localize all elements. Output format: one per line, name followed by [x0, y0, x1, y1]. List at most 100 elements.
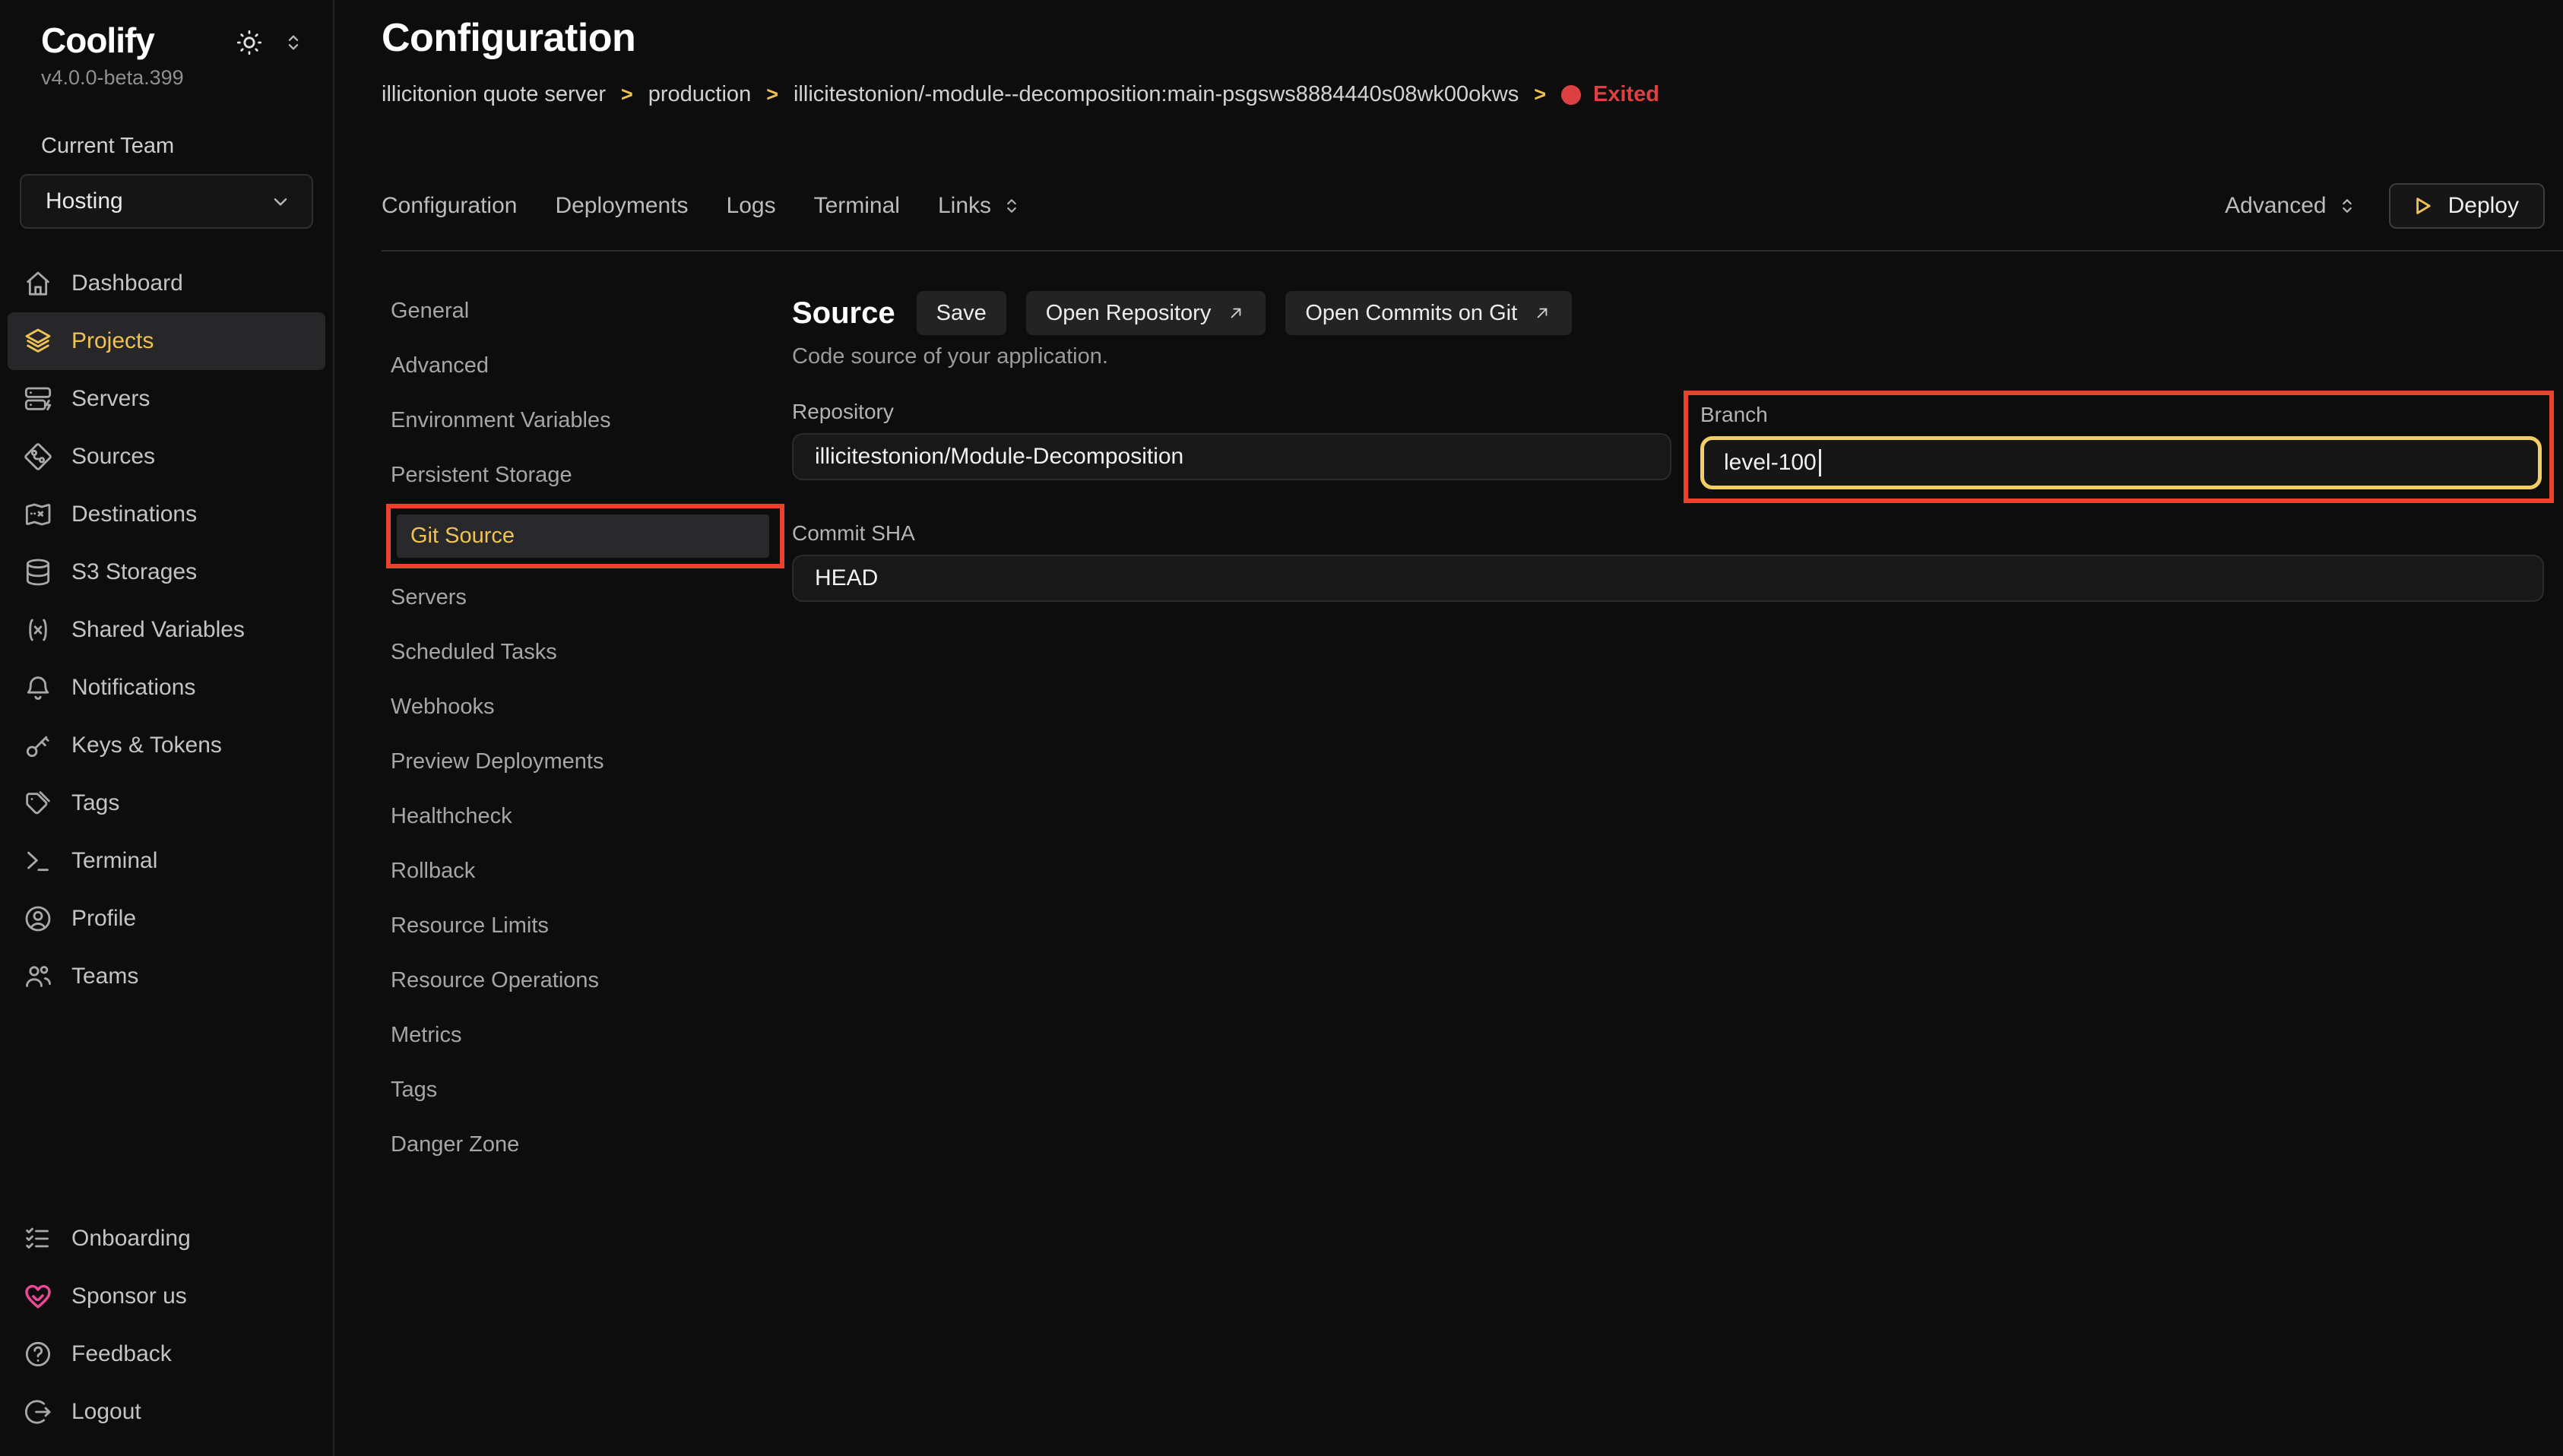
brand-icons [234, 27, 306, 58]
sidebar-item-sources[interactable]: Sources [8, 428, 325, 486]
tab-deployments[interactable]: Deployments [555, 193, 688, 219]
commit-sha-label: Commit SHA [792, 521, 2544, 546]
open-repository-button[interactable]: Open Repository [1026, 291, 1266, 335]
heart-hands-icon [23, 1281, 53, 1312]
subnav-item-webhooks[interactable]: Webhooks [382, 679, 792, 734]
sidebar-item-label: Keys & Tokens [71, 733, 222, 758]
source-heading: Source [792, 296, 895, 331]
subnav-item-advanced[interactable]: Advanced [382, 338, 792, 393]
repository-input[interactable]: illicitestonion/Module-Decomposition [792, 433, 1671, 480]
config-subnav: GeneralAdvancedEnvironment VariablesPers… [382, 283, 792, 1456]
breadcrumb: illicitonion quote server>production>ill… [382, 82, 2563, 107]
subnav-item-resource-limits[interactable]: Resource Limits [382, 898, 792, 953]
sidebar-item-onboarding[interactable]: Onboarding [8, 1210, 325, 1268]
tab-list: Configuration Deployments Logs Terminal Link… [382, 193, 1023, 219]
tab-row-right: Advanced Deploy [2225, 183, 2545, 229]
sidebar-item-label: Shared Variables [71, 617, 245, 643]
sidebar-item-label: Destinations [71, 502, 197, 527]
sidebar-item-label: Feedback [71, 1341, 172, 1367]
subnav-item-healthcheck[interactable]: Healthcheck [382, 789, 792, 844]
sidebar-item-label: Terminal [71, 848, 157, 874]
database-icon [23, 557, 53, 587]
tab-links[interactable]: Links [938, 193, 1023, 219]
breadcrumb-item[interactable]: illicitonion quote server [382, 82, 606, 107]
deploy-button[interactable]: Deploy [2389, 183, 2545, 229]
brand-row: Coolify [8, 18, 325, 60]
sidebar-item-teams[interactable]: Teams [8, 948, 325, 1005]
subnav-item-general[interactable]: General [382, 283, 792, 338]
app-root: Coolify v4.0.0-beta.399 Current Team Hos… [0, 0, 2563, 1456]
open-commits-button[interactable]: Open Commits on Git [1285, 291, 1572, 335]
sidebar-item-label: Sources [71, 444, 155, 470]
advanced-label: Advanced [2225, 193, 2326, 219]
sun-icon[interactable] [234, 27, 265, 58]
sidebar-item-tags[interactable]: Tags [8, 774, 325, 832]
form-row-1: Repository illicitestonion/Module-Decomp… [792, 400, 2544, 503]
subnav-item-scheduled-tasks[interactable]: Scheduled Tasks [382, 625, 792, 679]
sidebar-item-keys-tokens[interactable]: Keys & Tokens [8, 717, 325, 774]
app-logo: Coolify [41, 21, 154, 60]
sidebar-item-terminal[interactable]: Terminal [8, 832, 325, 890]
sidebar-item-profile[interactable]: Profile [8, 890, 325, 948]
tab-configuration[interactable]: Configuration [382, 193, 517, 219]
git-source-annotation-box: Git Source [386, 504, 784, 568]
checklist-icon [23, 1223, 53, 1254]
tab-label: Links [938, 193, 991, 219]
subnav-item-resource-operations[interactable]: Resource Operations [382, 953, 792, 1008]
map-icon [23, 499, 53, 530]
chevron-down-icon [268, 188, 293, 214]
sidebar-item-s3-storages[interactable]: S3 Storages [8, 543, 325, 601]
repository-input-value: illicitestonion/Module-Decomposition [815, 444, 1183, 470]
tags-icon [23, 788, 53, 818]
sidebar-item-label: Tags [71, 790, 119, 816]
sidebar-item-label: Logout [71, 1399, 141, 1425]
sidebar-item-label: Projects [71, 328, 154, 354]
tab-label: Configuration [382, 193, 517, 219]
page-title: Configuration [382, 15, 2563, 61]
tab-label: Deployments [555, 193, 688, 219]
users-icon [23, 961, 53, 992]
source-form: Repository illicitestonion/Module-Decomp… [792, 400, 2544, 602]
tab-label: Terminal [814, 193, 900, 219]
sidebar-item-dashboard[interactable]: Dashboard [8, 255, 325, 312]
chevrons-up-down-icon[interactable] [281, 30, 306, 55]
open-commits-label: Open Commits on Git [1305, 301, 1517, 326]
branch-field-group: Branch level-100 [1700, 403, 2542, 489]
sidebar-item-projects[interactable]: Projects [8, 312, 325, 370]
tab-logs[interactable]: Logs [727, 193, 776, 219]
chevrons-up-down-icon [2336, 195, 2359, 217]
subnav-item-rollback[interactable]: Rollback [382, 844, 792, 898]
source-description: Code source of your application. [792, 344, 2544, 369]
team-select-value: Hosting [46, 188, 123, 214]
breadcrumb-item[interactable]: production [648, 82, 751, 107]
branch-input[interactable]: level-100 [1700, 436, 2542, 489]
sidebar-item-feedback[interactable]: Feedback [8, 1325, 325, 1383]
save-button-label: Save [936, 301, 987, 326]
sidebar-item-notifications[interactable]: Notifications [8, 659, 325, 717]
sidebar-item-shared-variables[interactable]: Shared Variables [8, 601, 325, 659]
subnav-item-metrics[interactable]: Metrics [382, 1008, 792, 1062]
subnav-item-preview-deployments[interactable]: Preview Deployments [382, 734, 792, 789]
save-button[interactable]: Save [917, 291, 1006, 335]
subnav-item-danger-zone[interactable]: Danger Zone [382, 1117, 792, 1172]
sidebar-item-label: Teams [71, 964, 138, 989]
tab-terminal[interactable]: Terminal [814, 193, 900, 219]
advanced-dropdown[interactable]: Advanced [2225, 193, 2358, 219]
sidebar-item-logout[interactable]: Logout [8, 1383, 325, 1441]
subnav-item-servers[interactable]: Servers [382, 570, 792, 625]
branch-annotation-box: Branch level-100 [1684, 391, 2554, 503]
subnav-item-environment-variables[interactable]: Environment Variables [382, 393, 792, 448]
sidebar-item-sponsor-us[interactable]: Sponsor us [8, 1268, 325, 1325]
subnav-item-tags[interactable]: Tags [382, 1062, 792, 1117]
team-select[interactable]: Hosting [20, 174, 313, 229]
key-icon [23, 730, 53, 761]
sidebar-item-destinations[interactable]: Destinations [8, 486, 325, 543]
sidebar-item-servers[interactable]: Servers [8, 370, 325, 428]
subnav-item-persistent-storage[interactable]: Persistent Storage [382, 448, 792, 502]
breadcrumb-separator: > [766, 83, 778, 106]
subnav-item-git-source[interactable]: Git Source [397, 514, 769, 558]
breadcrumb-item[interactable]: illicitestonion/-module--decomposition:m… [794, 82, 1519, 107]
commit-sha-input[interactable]: HEAD [792, 555, 2544, 602]
sidebar-footer-nav: OnboardingSponsor us Feedback Logout [8, 1210, 325, 1441]
layers-icon [23, 326, 53, 356]
